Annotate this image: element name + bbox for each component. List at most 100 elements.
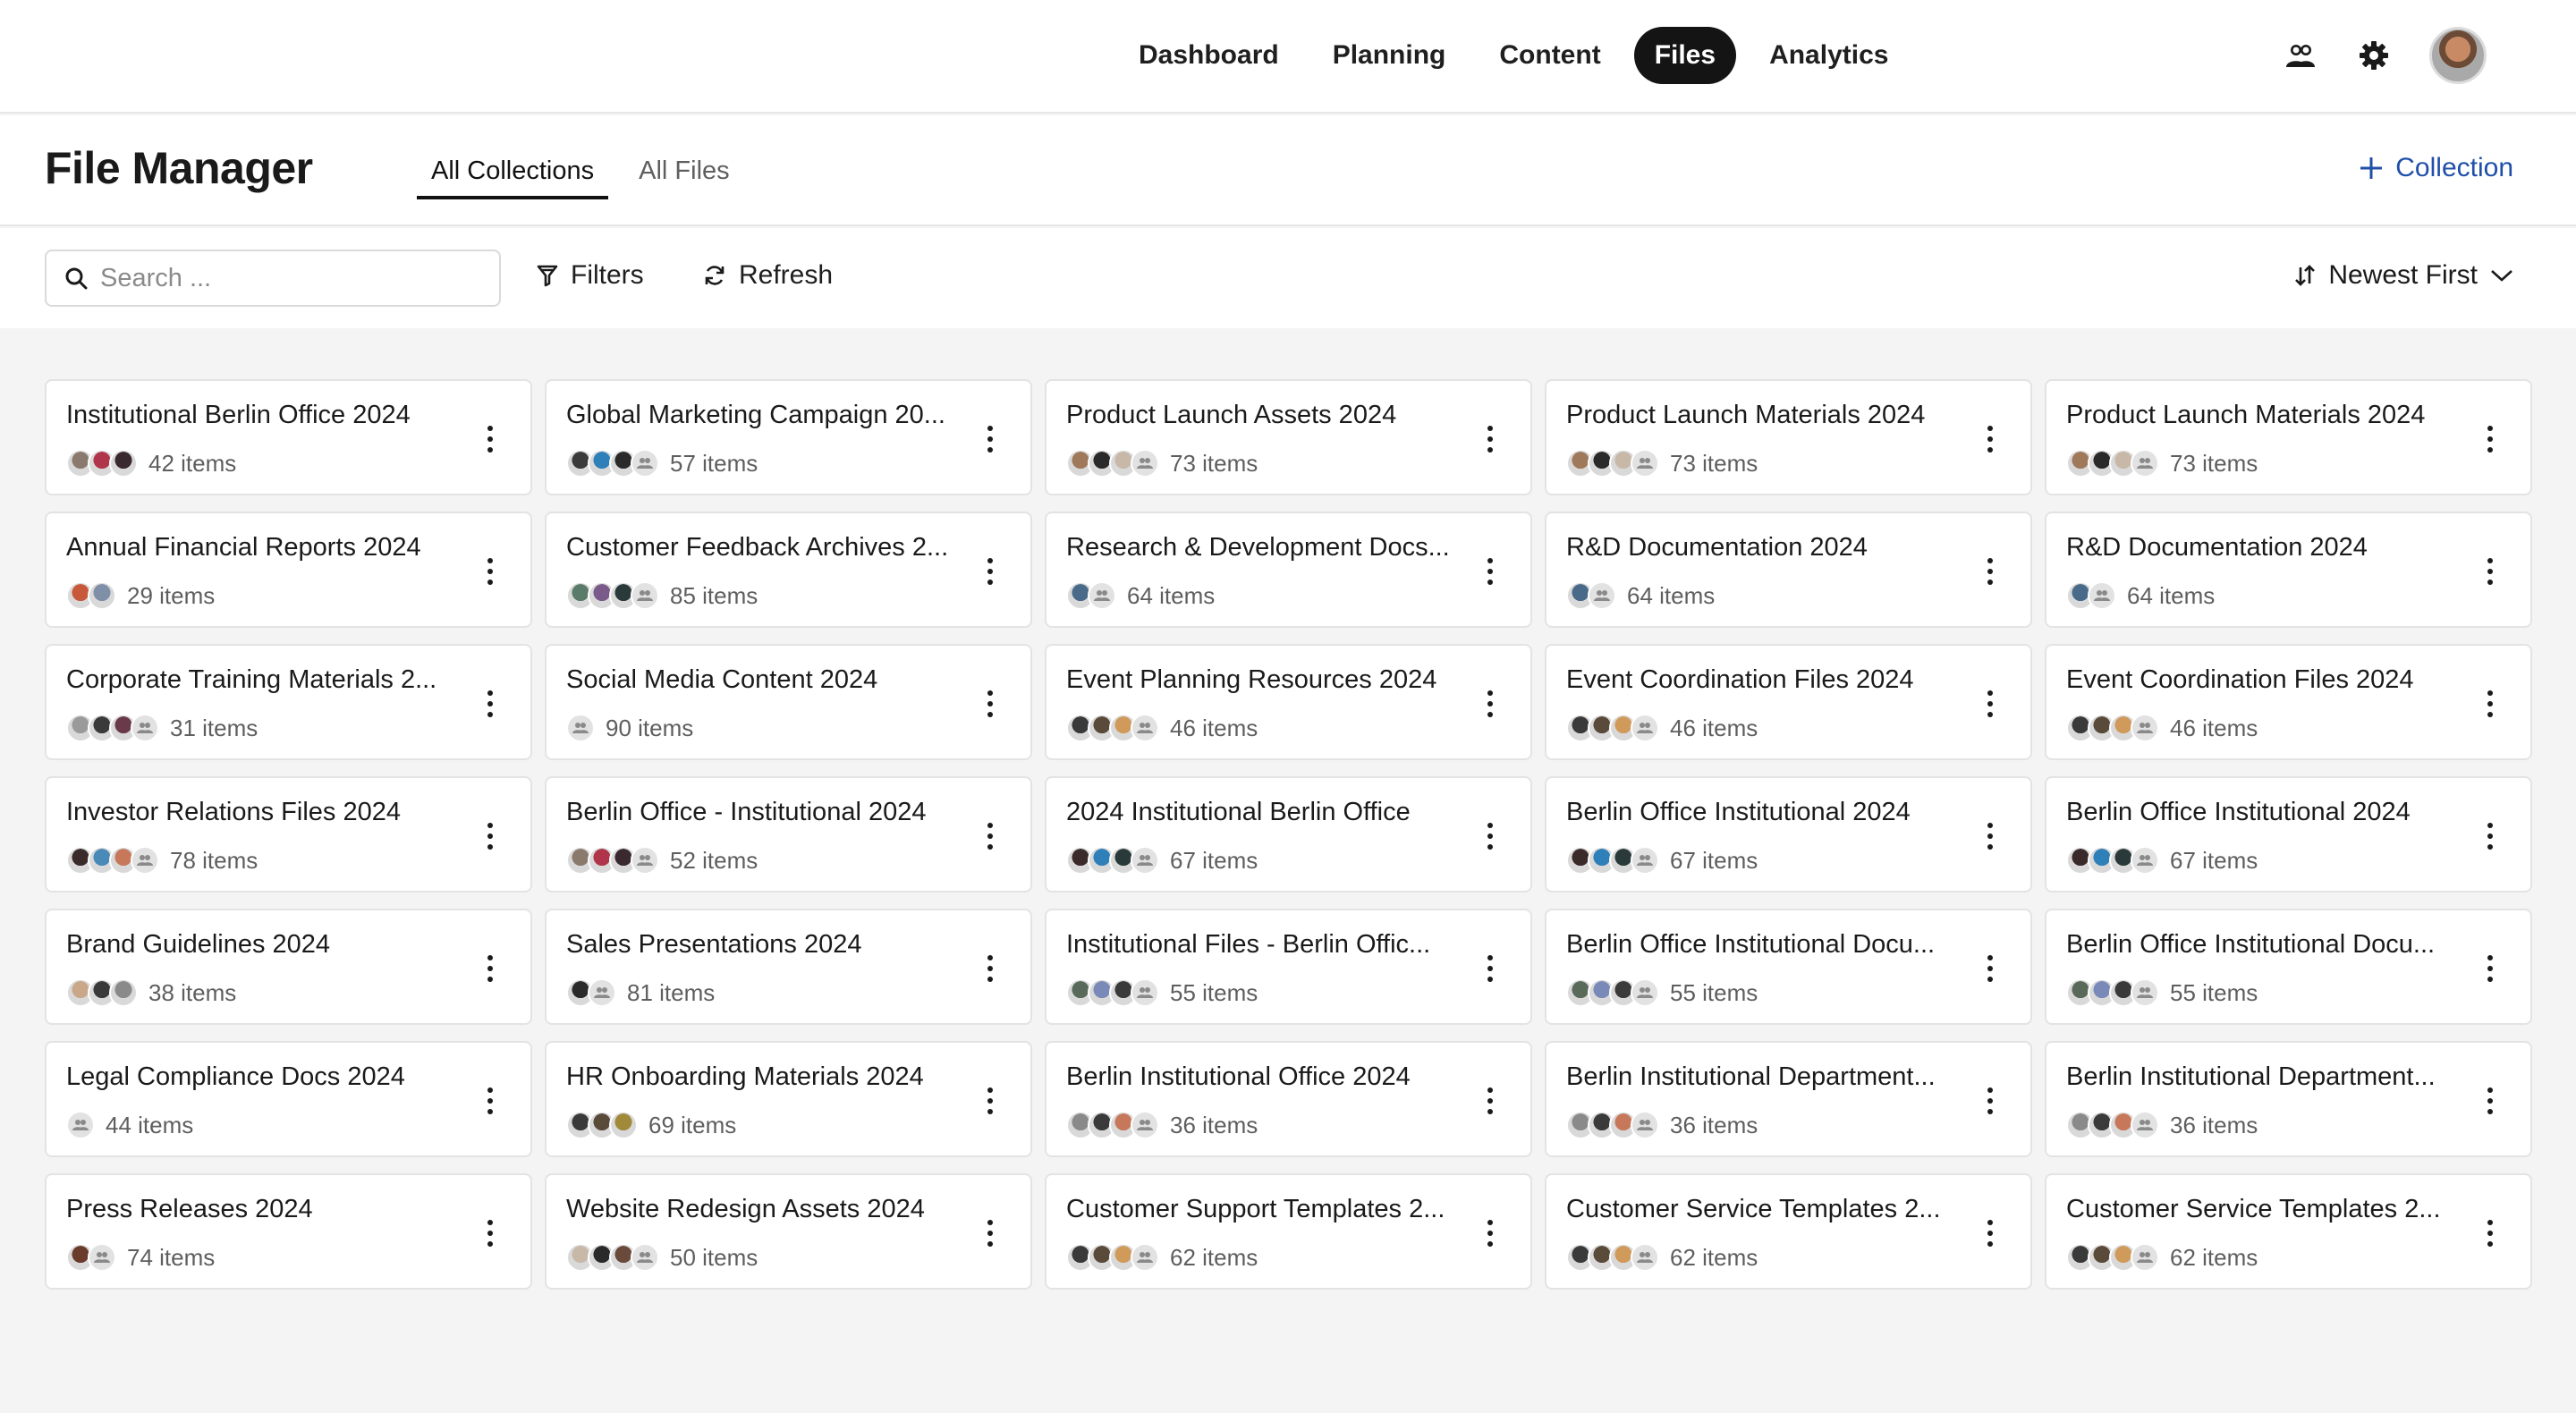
collection-card[interactable]: Brand Guidelines 2024 38 items bbox=[45, 909, 532, 1025]
more-options-icon[interactable] bbox=[2486, 1087, 2495, 1114]
more-options-icon[interactable] bbox=[1986, 1220, 1995, 1247]
more-options-icon[interactable] bbox=[2486, 1220, 2495, 1247]
group-icon bbox=[631, 846, 659, 875]
collection-card[interactable]: Investor Relations Files 2024 78 items bbox=[45, 776, 532, 893]
more-options-icon[interactable] bbox=[486, 1087, 495, 1114]
more-options-icon[interactable] bbox=[2486, 955, 2495, 982]
collection-card[interactable]: Event Coordination Files 2024 46 items bbox=[1545, 644, 2032, 760]
collection-card[interactable]: 2024 Institutional Berlin Office 67 items bbox=[1045, 776, 1532, 893]
more-options-icon[interactable] bbox=[1986, 1087, 1995, 1114]
more-options-icon[interactable] bbox=[1486, 426, 1495, 453]
item-count: 46 items bbox=[1670, 714, 1758, 741]
more-options-icon[interactable] bbox=[986, 426, 995, 453]
nav-item-files[interactable]: Files bbox=[1633, 27, 1737, 84]
more-options-icon[interactable] bbox=[486, 558, 495, 585]
collection-title: HR Onboarding Materials 2024 bbox=[566, 1062, 924, 1091]
member-avatar bbox=[109, 978, 138, 1007]
search-input[interactable] bbox=[100, 263, 476, 293]
collection-card[interactable]: Sales Presentations 2024 81 items bbox=[545, 909, 1032, 1025]
collection-card[interactable]: Website Redesign Assets 2024 50 items bbox=[545, 1173, 1032, 1290]
collection-card[interactable]: Event Planning Resources 2024 46 items bbox=[1045, 644, 1532, 760]
more-options-icon[interactable] bbox=[486, 955, 495, 982]
more-options-icon[interactable] bbox=[986, 955, 995, 982]
collection-card[interactable]: Berlin Office Institutional Docu... 55 it… bbox=[2045, 909, 2532, 1025]
collection-card[interactable]: Customer Service Templates 2... 62 items bbox=[1545, 1173, 2032, 1290]
member-avatars bbox=[566, 581, 659, 610]
more-options-icon[interactable] bbox=[1986, 558, 1995, 585]
more-options-icon[interactable] bbox=[986, 558, 995, 585]
collection-card[interactable]: Customer Feedback Archives 2... 85 items bbox=[545, 512, 1032, 628]
more-options-icon[interactable] bbox=[1486, 1087, 1495, 1114]
collection-card[interactable]: HR Onboarding Materials 2024 69 items bbox=[545, 1041, 1032, 1157]
more-options-icon[interactable] bbox=[2486, 426, 2495, 453]
more-options-icon[interactable] bbox=[1486, 955, 1495, 982]
tab-all-collections[interactable]: All Collections bbox=[417, 115, 609, 226]
more-options-icon[interactable] bbox=[986, 823, 995, 850]
more-options-icon[interactable] bbox=[1986, 426, 1995, 453]
collection-card[interactable]: Berlin Institutional Department... 36 ite… bbox=[1545, 1041, 2032, 1157]
nav-item-planning[interactable]: Planning bbox=[1312, 27, 1467, 84]
collection-card[interactable]: Berlin Institutional Department... 36 ite… bbox=[2045, 1041, 2532, 1157]
more-options-icon[interactable] bbox=[486, 426, 495, 453]
collection-card[interactable]: Social Media Content 2024 90 items bbox=[545, 644, 1032, 760]
collection-card[interactable]: Customer Support Templates 2... 62 items bbox=[1045, 1173, 1532, 1290]
collection-card[interactable]: R&D Documentation 2024 64 items bbox=[2045, 512, 2532, 628]
add-collection-button[interactable]: Collection bbox=[2360, 153, 2513, 183]
more-options-icon[interactable] bbox=[1486, 823, 1495, 850]
gear-icon[interactable] bbox=[2356, 38, 2392, 73]
more-options-icon[interactable] bbox=[486, 1220, 495, 1247]
member-avatars bbox=[1066, 1243, 1159, 1272]
more-options-icon[interactable] bbox=[2486, 558, 2495, 585]
collection-card[interactable]: Institutional Files - Berlin Offic... 55 … bbox=[1045, 909, 1532, 1025]
more-options-icon[interactable] bbox=[2486, 823, 2495, 850]
more-options-icon[interactable] bbox=[1486, 1220, 1495, 1247]
sort-dropdown[interactable]: Newest First bbox=[2294, 260, 2513, 291]
collection-card[interactable]: Berlin Office Institutional Docu... 55 it… bbox=[1545, 909, 2032, 1025]
filters-button[interactable]: Filters bbox=[537, 260, 644, 291]
nav-item-content[interactable]: Content bbox=[1479, 27, 1621, 84]
collection-card[interactable]: Legal Compliance Docs 2024 44 items bbox=[45, 1041, 532, 1157]
collection-card[interactable]: Product Launch Assets 2024 73 items bbox=[1045, 379, 1532, 495]
nav-item-dashboard[interactable]: Dashboard bbox=[1118, 27, 1300, 84]
collection-title: Berlin Institutional Department... bbox=[2066, 1062, 2436, 1091]
collection-card[interactable]: Customer Service Templates 2... 62 items bbox=[2045, 1173, 2532, 1290]
collection-title: Berlin Office - Institutional 2024 bbox=[566, 798, 927, 826]
collection-card[interactable]: Corporate Training Materials 2... 31 item… bbox=[45, 644, 532, 760]
users-icon[interactable] bbox=[2283, 38, 2318, 73]
collection-card[interactable]: Event Coordination Files 2024 46 items bbox=[2045, 644, 2532, 760]
collection-card[interactable]: Berlin Institutional Office 2024 36 items bbox=[1045, 1041, 1532, 1157]
collection-card[interactable]: Product Launch Materials 2024 73 items bbox=[2045, 379, 2532, 495]
more-options-icon[interactable] bbox=[2486, 690, 2495, 717]
collection-card[interactable]: R&D Documentation 2024 64 items bbox=[1545, 512, 2032, 628]
more-options-icon[interactable] bbox=[1486, 558, 1495, 585]
collection-title: Research & Development Docs... bbox=[1066, 533, 1450, 562]
collection-card[interactable]: Berlin Office - Institutional 2024 52 ite… bbox=[545, 776, 1032, 893]
nav-item-analytics[interactable]: Analytics bbox=[1749, 27, 1909, 84]
collection-card[interactable]: Research & Development Docs... 64 items bbox=[1045, 512, 1532, 628]
collection-card[interactable]: Product Launch Materials 2024 73 items bbox=[1545, 379, 2032, 495]
collection-card[interactable]: Global Marketing Campaign 20... 57 items bbox=[545, 379, 1032, 495]
member-avatars bbox=[566, 449, 659, 478]
more-options-icon[interactable] bbox=[986, 1220, 995, 1247]
collection-meta: 36 items bbox=[1566, 1111, 1758, 1139]
user-avatar[interactable] bbox=[2429, 27, 2487, 84]
more-options-icon[interactable] bbox=[486, 823, 495, 850]
tab-all-files[interactable]: All Files bbox=[624, 115, 744, 226]
collection-card[interactable]: Press Releases 2024 74 items bbox=[45, 1173, 532, 1290]
item-count: 67 items bbox=[1170, 846, 1258, 874]
collection-title: 2024 Institutional Berlin Office bbox=[1066, 798, 1411, 826]
more-options-icon[interactable] bbox=[1986, 955, 1995, 982]
item-count: 55 items bbox=[1670, 978, 1758, 1006]
more-options-icon[interactable] bbox=[986, 1087, 995, 1114]
collection-card[interactable]: Berlin Office Institutional 2024 67 items bbox=[1545, 776, 2032, 893]
more-options-icon[interactable] bbox=[1986, 823, 1995, 850]
refresh-button[interactable]: Refresh bbox=[703, 260, 833, 291]
more-options-icon[interactable] bbox=[1986, 690, 1995, 717]
more-options-icon[interactable] bbox=[1486, 690, 1495, 717]
collection-card[interactable]: Berlin Office Institutional 2024 67 items bbox=[2045, 776, 2532, 893]
item-count: 64 items bbox=[1627, 581, 1716, 609]
more-options-icon[interactable] bbox=[486, 690, 495, 717]
collection-card[interactable]: Institutional Berlin Office 2024 42 items bbox=[45, 379, 532, 495]
more-options-icon[interactable] bbox=[986, 690, 995, 717]
collection-card[interactable]: Annual Financial Reports 2024 29 items bbox=[45, 512, 532, 628]
